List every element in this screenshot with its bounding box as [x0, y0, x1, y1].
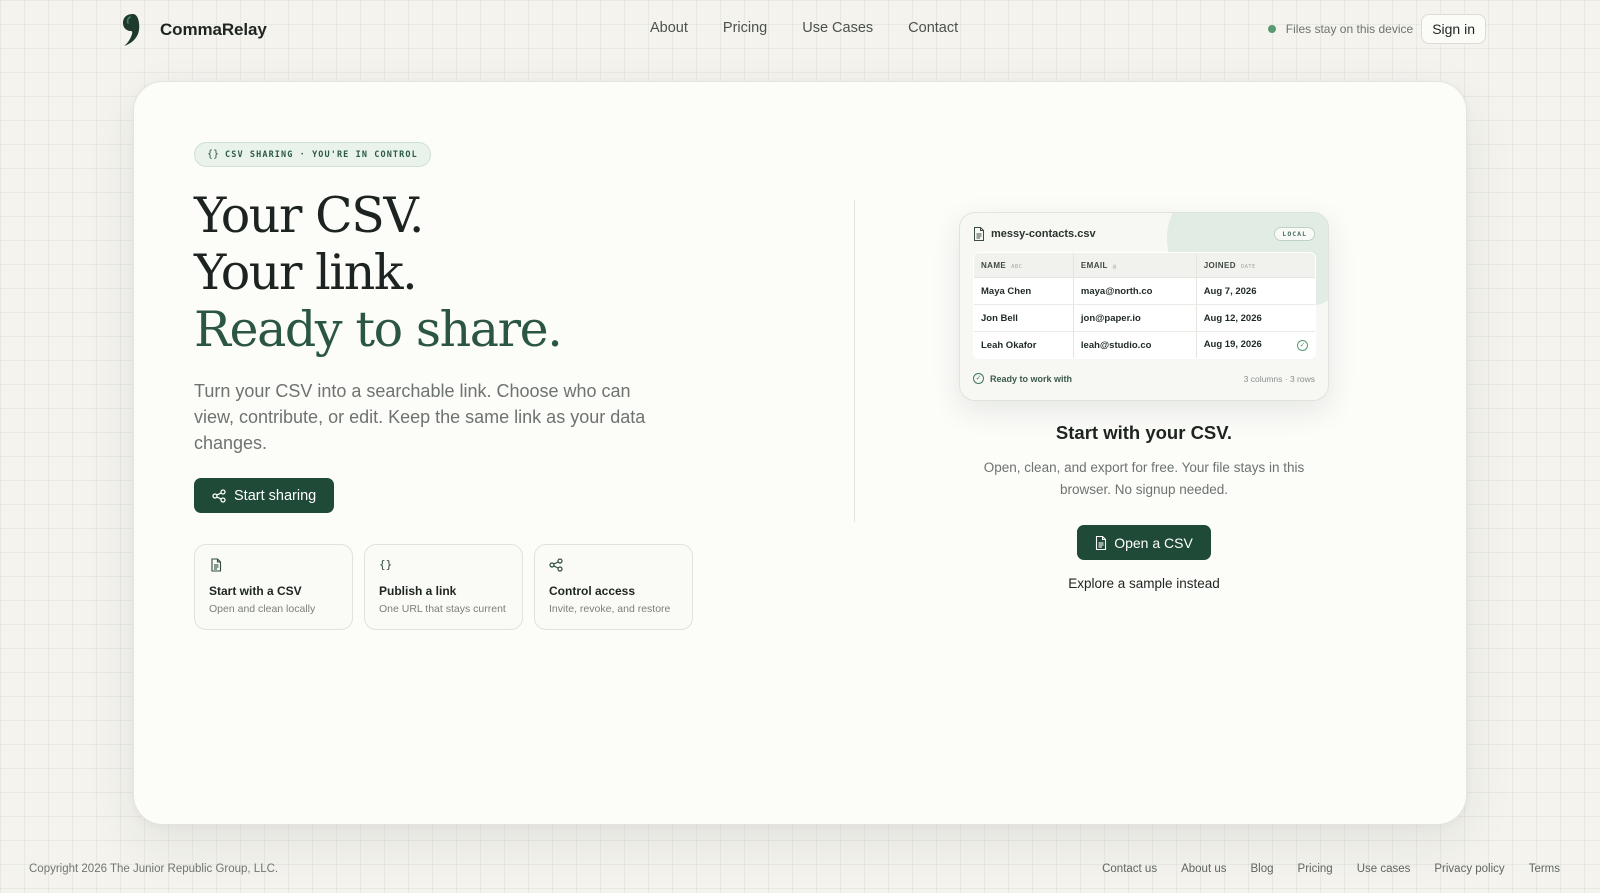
hero-badge: {} CSV sharing · you're in control — [194, 142, 431, 167]
column-type: abc — [1011, 263, 1023, 270]
footer-link-terms[interactable]: Terms — [1529, 863, 1560, 875]
footer-link-about[interactable]: About us — [1181, 863, 1226, 875]
csv-preview-card: messy-contacts.csv Local Name abc Email @ … — [959, 212, 1329, 401]
hero-heading-line-3: Ready to share. — [194, 301, 563, 358]
braces-icon: {} — [379, 558, 393, 571]
footer-link-blog[interactable]: Blog — [1251, 863, 1274, 875]
footer-link-privacy[interactable]: Privacy policy — [1434, 863, 1504, 875]
start-csv-heading: Start with your CSV. — [1055, 422, 1233, 443]
table-cell-with-check: Aug 19, 2026 ✓ — [1196, 331, 1315, 358]
table-row: Maya Chen maya@north.co Aug 7, 2026 — [974, 277, 1315, 305]
table-meta-text: 3 columns · 3 rows — [1243, 373, 1315, 384]
csv-preview-table: Name abc Email @ Joined date Maya Chen maya… — [973, 252, 1316, 359]
footer-link-pricing[interactable]: Pricing — [1298, 863, 1333, 875]
start-csv-description: Open, clean, and export for free. Your f… — [983, 460, 1305, 497]
column-header-name: Name abc — [974, 253, 1074, 278]
nav-link-contact[interactable]: Contact — [908, 20, 958, 36]
brand-name: CommaRelay — [160, 20, 267, 39]
preview-footer: ✓ Ready to work with 3 columns · 3 rows — [973, 373, 1315, 384]
table-cell: Aug 19, 2026 — [1203, 339, 1262, 350]
feature-card-publish-link[interactable]: {} Publish a link One URL that stays cur… — [364, 544, 523, 630]
feature-cards: Start with a CSV Open and clean locally … — [194, 544, 714, 630]
table-cell: maya@north.co — [1073, 277, 1197, 305]
feature-card-control-access[interactable]: Control access Invite, revoke, and resto… — [534, 544, 693, 630]
status-dot-icon — [1267, 25, 1276, 33]
check-circle-icon: ✓ — [1297, 340, 1308, 351]
column-divider — [854, 200, 855, 522]
footer-link-use-cases[interactable]: Use cases — [1357, 863, 1411, 875]
start-sharing-button[interactable]: Start sharing — [194, 478, 335, 513]
column-type: date — [1240, 263, 1256, 270]
feature-title: Publish a link — [379, 584, 457, 598]
hero-heading-line-2: Your link. — [194, 244, 418, 301]
column-label: Joined — [1203, 260, 1236, 270]
hero-card: {} CSV sharing · you're in control Your … — [133, 81, 1467, 825]
hero-right-column: messy-contacts.csv Local Name abc Email @ … — [934, 212, 1354, 591]
table-cell: jon@paper.io — [1073, 304, 1197, 332]
table-cell: Maya Chen — [974, 277, 1074, 305]
nav-link-about[interactable]: About — [650, 20, 688, 36]
nav-link-use-cases[interactable]: Use Cases — [802, 20, 873, 36]
nav-link-pricing[interactable]: Pricing — [723, 20, 767, 36]
open-csv-label: Open a CSV — [1114, 534, 1193, 551]
feature-subtitle: Open and clean locally — [209, 603, 316, 615]
preview-file-name: messy-contacts.csv — [991, 228, 1096, 240]
start-sharing-label: Start sharing — [234, 487, 317, 504]
hero-description: Turn your CSV into a searchable link. Ch… — [194, 381, 646, 453]
table-cell: leah@studio.co — [1073, 331, 1197, 358]
share-icon — [549, 558, 563, 572]
feature-title: Control access — [549, 584, 636, 598]
brand-logo-link[interactable]: CommaRelay — [122, 13, 267, 47]
table-row: Jon Bell jon@paper.io Aug 12, 2026 — [974, 304, 1315, 332]
hero-heading-line-1: Your CSV. — [194, 187, 424, 244]
feature-card-start-csv[interactable]: Start with a CSV Open and clean locally — [194, 544, 353, 630]
share-icon — [212, 488, 226, 503]
open-csv-button[interactable]: Open a CSV — [1077, 525, 1211, 560]
hero-left-column: {} CSV sharing · you're in control Your … — [194, 142, 714, 630]
table-cell: Jon Bell — [974, 304, 1074, 332]
file-icon — [974, 227, 984, 241]
footer-copyright: Copyright 2026 The Junior Republic Group… — [29, 863, 279, 875]
hero-badge-text: CSV sharing · you're in control — [225, 149, 418, 160]
comma-logo-icon — [123, 14, 140, 46]
table-cell: Aug 7, 2026 — [1196, 277, 1315, 305]
main-menu: About Pricing Use Cases Contact — [650, 20, 958, 36]
sign-in-button[interactable]: Sign in — [1421, 14, 1486, 44]
column-header-joined: Joined date — [1196, 253, 1315, 278]
braces-icon: {} — [207, 149, 220, 160]
hero-heading: Your CSV. Your link. Ready to share. — [194, 187, 714, 358]
check-circle-icon: ✓ — [973, 373, 984, 384]
table-row: Leah Okafor leah@studio.co Aug 19, 2026 ✓ — [974, 331, 1315, 358]
column-header-email: Email @ — [1073, 253, 1197, 278]
file-icon — [211, 558, 222, 572]
feature-title: Start with a CSV — [209, 584, 302, 598]
footer-link-contact[interactable]: Contact us — [1102, 863, 1157, 875]
table-cell: Aug 12, 2026 — [1196, 304, 1315, 332]
local-status-text: Files stay on this device — [1285, 22, 1414, 36]
column-label: Name — [981, 260, 1007, 270]
feature-subtitle: One URL that stays current — [379, 603, 506, 615]
ready-status-text: Ready to work with — [990, 373, 1073, 384]
file-icon — [1096, 535, 1107, 550]
column-label: Email — [1080, 260, 1108, 270]
table-header-row: Name abc Email @ Joined date — [974, 253, 1315, 278]
column-type: @ — [1112, 263, 1117, 270]
table-cell: Leah Okafor — [974, 331, 1074, 358]
local-badge: Local — [1274, 227, 1315, 241]
nav-right-group: Files stay on this device Sign in — [1267, 14, 1486, 44]
explore-sample-link[interactable]: Explore a sample instead — [934, 576, 1354, 591]
preview-header: messy-contacts.csv Local — [973, 226, 1315, 242]
top-navigation: CommaRelay About Pricing Use Cases Conta… — [0, 0, 1600, 60]
footer-links: Contact us About us Blog Pricing Use cas… — [1102, 863, 1560, 875]
feature-subtitle: Invite, revoke, and restore — [549, 603, 671, 615]
